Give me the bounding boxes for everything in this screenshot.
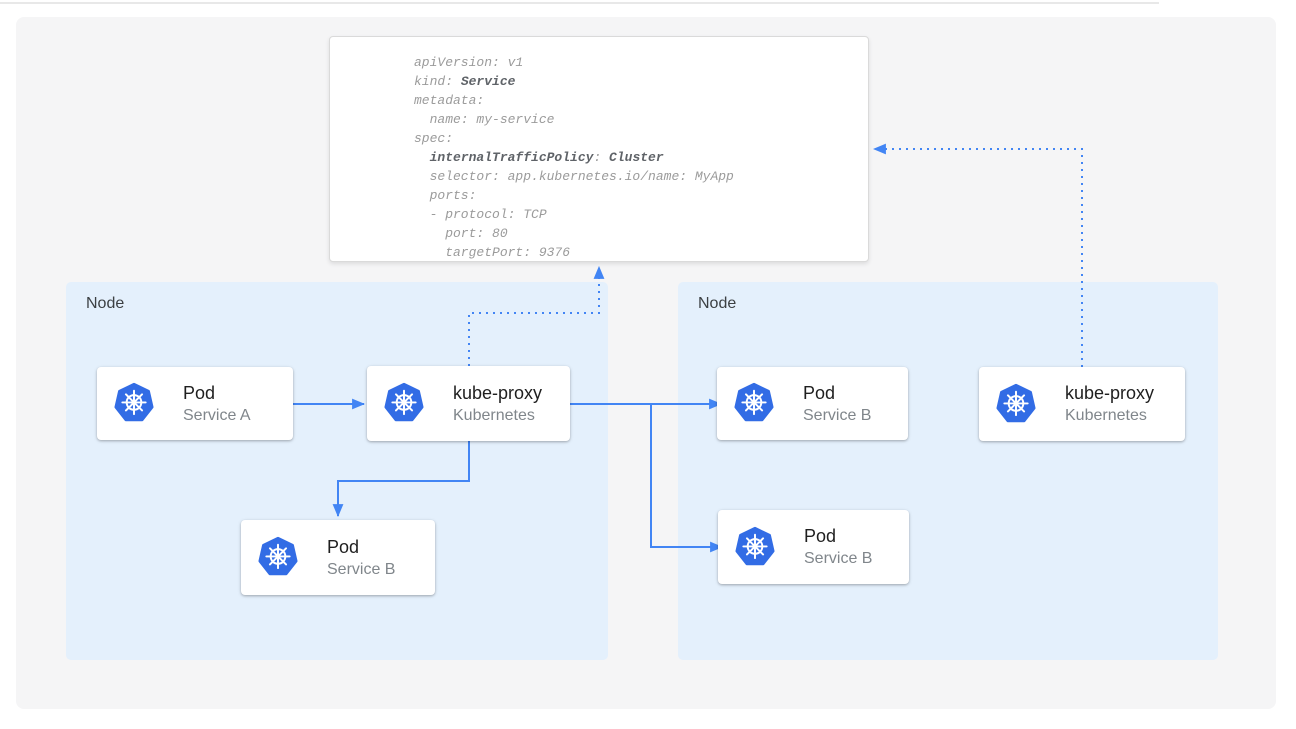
- card-subtitle: Kubernetes: [1065, 405, 1154, 426]
- yaml-line: apiVersion: v1: [414, 53, 868, 72]
- yaml-text-bold: Service: [461, 74, 516, 89]
- yaml-text: selector: app.kubernetes.io/name: MyApp: [414, 169, 734, 184]
- kubernetes-icon: [732, 382, 776, 425]
- yaml-line: ports:: [414, 186, 868, 205]
- yaml-line: - protocol: TCP: [414, 205, 868, 224]
- node-label: Node: [698, 295, 736, 313]
- yaml-text: ports:: [414, 188, 476, 203]
- yaml-line: kind: Service: [414, 72, 868, 91]
- node-right: Node: [678, 282, 1218, 660]
- yaml-line: metadata:: [414, 91, 868, 110]
- card-subtitle: Service A: [183, 405, 251, 426]
- yaml-line: targetPort: 9376: [414, 243, 868, 262]
- card-title: Pod: [803, 382, 871, 405]
- yaml-line: internalTrafficPolicy: Cluster: [414, 148, 868, 167]
- card-title: Pod: [804, 525, 872, 548]
- kubernetes-icon: [112, 382, 156, 425]
- kube-proxy-left-card: kube-proxy Kubernetes: [367, 366, 570, 441]
- pod-service-b-right-top-card: Pod Service B: [717, 367, 908, 440]
- yaml-text: kind:: [414, 74, 461, 89]
- card-text: kube-proxy Kubernetes: [1065, 382, 1154, 426]
- card-subtitle: Service B: [804, 548, 872, 569]
- card-subtitle: Service B: [327, 559, 395, 580]
- card-text: Pod Service B: [327, 536, 395, 580]
- yaml-text: - protocol: TCP: [414, 207, 547, 222]
- card-text: Pod Service B: [803, 382, 871, 426]
- yaml-line: spec:: [414, 129, 868, 148]
- node-label: Node: [86, 295, 124, 313]
- card-title: Pod: [183, 382, 251, 405]
- card-title: kube-proxy: [453, 382, 542, 405]
- card-text: Pod Service B: [804, 525, 872, 569]
- pod-service-b-right-bottom-card: Pod Service B: [718, 510, 909, 584]
- kubernetes-icon: [994, 383, 1038, 426]
- yaml-line: port: 80: [414, 224, 868, 243]
- card-subtitle: Kubernetes: [453, 405, 542, 426]
- kubernetes-icon: [733, 526, 777, 569]
- top-divider: [0, 2, 1159, 4]
- yaml-text-bold: internalTrafficPolicy: [430, 150, 594, 165]
- card-title: Pod: [327, 536, 395, 559]
- yaml-line: selector: app.kubernetes.io/name: MyApp: [414, 167, 868, 186]
- node-left: Node: [66, 282, 608, 660]
- yaml-text: port: 80: [414, 226, 508, 241]
- kubernetes-icon: [382, 382, 426, 425]
- yaml-text: apiVersion: v1: [414, 55, 523, 70]
- yaml-text-bold: Cluster: [609, 150, 664, 165]
- yaml-text: targetPort: 9376: [414, 245, 570, 260]
- kubernetes-icon: [256, 536, 300, 579]
- diagram-canvas: apiVersion: v1 kind: Service metadata: n…: [0, 0, 1296, 729]
- kube-proxy-right-card: kube-proxy Kubernetes: [979, 367, 1185, 441]
- yaml-text: spec:: [414, 131, 453, 146]
- yaml-text: metadata:: [414, 93, 484, 108]
- card-text: kube-proxy Kubernetes: [453, 382, 542, 426]
- yaml-text: :: [593, 150, 609, 165]
- card-text: Pod Service A: [183, 382, 251, 426]
- yaml-line: name: my-service: [414, 110, 868, 129]
- pod-service-a-card: Pod Service A: [97, 367, 293, 440]
- card-subtitle: Service B: [803, 405, 871, 426]
- service-yaml-card: apiVersion: v1 kind: Service metadata: n…: [329, 36, 869, 262]
- pod-service-b-left-card: Pod Service B: [241, 520, 435, 595]
- card-title: kube-proxy: [1065, 382, 1154, 405]
- yaml-text: name: my-service: [414, 112, 554, 127]
- yaml-text: [414, 150, 430, 165]
